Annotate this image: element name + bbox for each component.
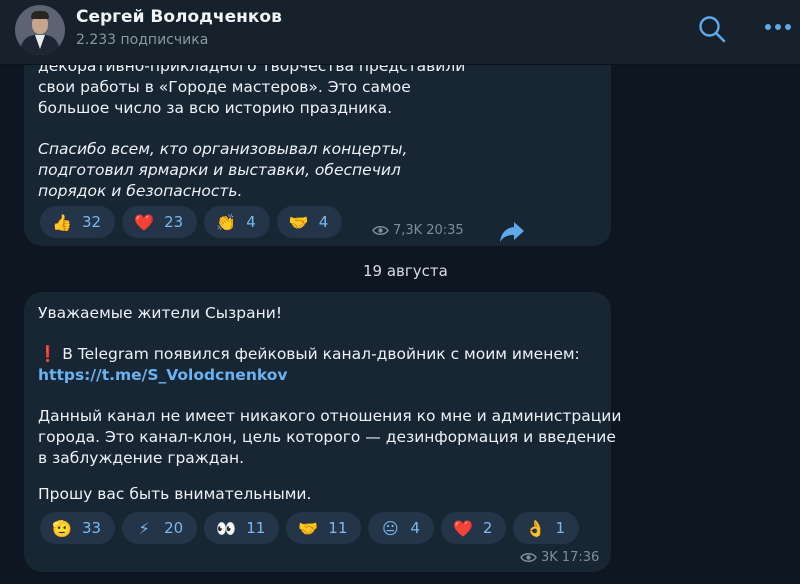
reaction-eyes[interactable]: 👀 11: [204, 512, 280, 544]
more-icon[interactable]: [764, 22, 792, 32]
handshake-icon: 🤝: [288, 212, 309, 232]
reaction-count: 1: [555, 519, 566, 537]
reaction-ok-hand[interactable]: 👌 1: [513, 512, 580, 544]
message-text-line: подготовил ярмарки и выставки, обеспечил: [38, 161, 401, 179]
reaction-salute[interactable]: 🫡 33: [40, 512, 116, 544]
reaction-count: 20: [164, 519, 184, 537]
thumbs-up-icon: 👍: [52, 212, 72, 232]
message-time: 20:35: [426, 223, 464, 238]
clap-icon: 👏: [216, 212, 237, 232]
chat-header: Сергей Володченков 2.233 подписчика: [0, 0, 800, 65]
handshake-icon: 🤝: [298, 518, 319, 538]
message-text-line: города. Это канал-клон, цель которого — …: [38, 428, 616, 446]
reactions-bar: 👍 32 ❤️ 23 👏 4 🤝 4: [40, 206, 343, 238]
alert-text: В Telegram появился фейковый канал-двойн…: [62, 345, 580, 363]
message-greeting: Уважаемые жители Сызрани!: [38, 304, 283, 322]
message-meta: 3K 17:36: [520, 550, 599, 565]
message-text-line: Данный канал не имеет никакого отношения…: [38, 407, 622, 425]
neutral-face-icon: 😐: [382, 518, 399, 538]
channel-avatar[interactable]: [15, 5, 65, 55]
heart-icon: ❤️: [452, 518, 473, 538]
lightning-icon: ⚡: [138, 518, 150, 538]
exclamation-icon: ❗: [38, 345, 58, 363]
reaction-count: 2: [482, 519, 493, 537]
view-count: 3K: [541, 550, 558, 565]
share-icon[interactable]: [497, 216, 527, 246]
message-time: 17:36: [561, 550, 600, 565]
reaction-thumbs-up[interactable]: 👍 32: [40, 206, 116, 238]
subscriber-count: 2.233 подписчика: [76, 32, 209, 48]
reaction-neutral-face[interactable]: 😐 4: [368, 512, 434, 544]
reaction-count: 11: [246, 519, 266, 537]
message-text-line: большое число за всю историю праздника.: [38, 99, 393, 117]
reaction-handshake[interactable]: 🤝 4: [276, 206, 343, 238]
reaction-handshake[interactable]: 🤝 11: [286, 512, 362, 544]
ok-hand-icon: 👌: [525, 518, 546, 538]
message-text-line: порядок и безопасность.: [38, 182, 243, 200]
reaction-heart[interactable]: ❤️ 2: [440, 512, 507, 544]
message-text-line: свои работы в «Городе мастеров». Это сам…: [38, 78, 411, 96]
date-separator: 19 августа: [363, 262, 448, 280]
message-bubble[interactable]: Уважаемые жители Сызрани! ❗ В Telegram п…: [24, 292, 621, 572]
reaction-count: 4: [410, 519, 420, 537]
message-meta: 7,3K 20:35: [372, 223, 464, 238]
search-icon[interactable]: [697, 14, 727, 44]
channel-link[interactable]: https://t.me/S_Volodcnenkov: [38, 365, 288, 386]
reaction-count: 32: [82, 213, 102, 231]
reaction-count: 4: [246, 213, 256, 231]
reaction-count: 33: [82, 519, 102, 537]
channel-title[interactable]: Сергей Володченков: [76, 7, 282, 27]
heart-icon: ❤️: [134, 212, 155, 232]
message-closing: Прошу вас быть внимательными.: [38, 485, 312, 503]
reaction-count: 11: [328, 519, 348, 537]
message-text-line: в заблуждение граждан.: [38, 449, 245, 467]
message-alert-line: ❗ В Telegram появился фейковый канал-дво…: [38, 344, 580, 365]
reaction-heart[interactable]: ❤️ 23: [122, 206, 198, 238]
eye-icon: [372, 226, 389, 235]
eye-icon: [520, 553, 537, 562]
salute-icon: 🫡: [52, 518, 72, 538]
reaction-count: 23: [164, 213, 184, 231]
reactions-bar: 🫡 33 ⚡ 20 👀 11 🤝 11 😐 4 ❤️ 2 👌 1: [40, 512, 580, 544]
eyes-icon: 👀: [216, 518, 237, 538]
reaction-lightning[interactable]: ⚡ 20: [122, 512, 198, 544]
view-count: 7,3K: [393, 223, 423, 238]
reaction-clap[interactable]: 👏 4: [204, 206, 270, 238]
reaction-count: 4: [318, 213, 329, 231]
message-text-line: Спасибо всем, кто организовывал концерты…: [38, 140, 408, 158]
